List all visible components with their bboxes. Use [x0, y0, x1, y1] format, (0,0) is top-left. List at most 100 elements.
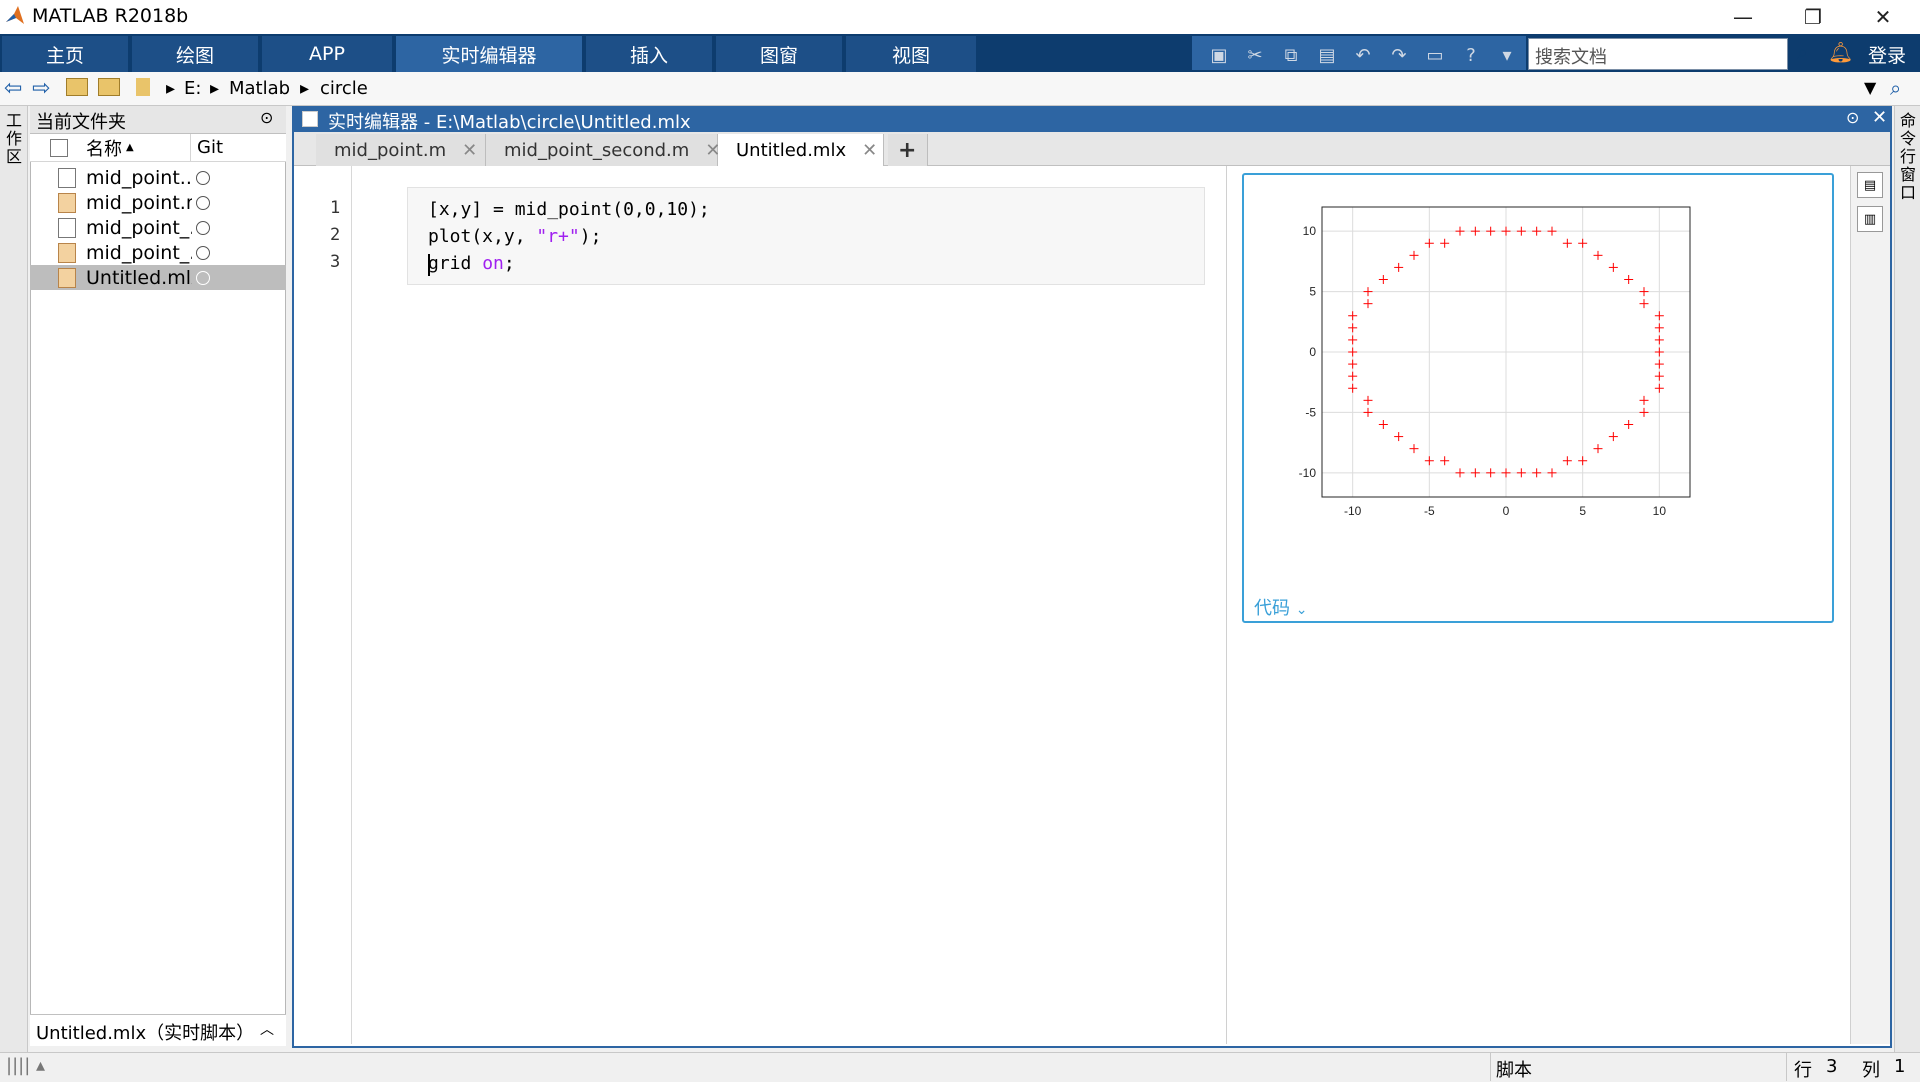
status-col-label: 列	[1862, 1060, 1880, 1081]
current-folder-title: 当前文件夹	[36, 112, 126, 133]
mlx-file-icon	[58, 192, 76, 213]
options-icon[interactable]: ▾	[1492, 42, 1522, 68]
browse-folder-icon[interactable]	[98, 78, 120, 96]
scatter-plot: -10 -5 0 5 10 10 5 0 -5 -10	[1299, 206, 1691, 518]
add-tab-button[interactable]: +	[888, 134, 928, 166]
plus-marker	[1624, 420, 1634, 429]
code-string: "r+"	[536, 226, 580, 247]
save-icon[interactable]: ▣	[1204, 42, 1234, 68]
plus-marker	[1348, 383, 1358, 393]
output-divider[interactable]	[1226, 166, 1227, 1044]
plus-marker	[1486, 226, 1496, 236]
command-window-side-tab[interactable]: 命令行窗口	[1894, 106, 1920, 1052]
tick-labels: -10 -5 0 5 10 10 5 0 -5 -10	[1299, 224, 1667, 518]
minimize-icon[interactable]: —	[1720, 0, 1766, 34]
close-tab-icon[interactable]: ✕	[862, 140, 877, 161]
login-link[interactable]: 登录	[1868, 41, 1906, 68]
workspace-side-tab[interactable]: 工作区	[0, 106, 28, 1052]
figure-output[interactable]: -10 -5 0 5 10 10 5 0 -5 -10	[1242, 173, 1834, 623]
plus-marker	[1532, 226, 1542, 236]
search-icon[interactable]: ⌕	[1797, 40, 1808, 64]
editor-title: 实时编辑器 - E:\Matlab\circle\Untitled.mlx	[328, 112, 691, 133]
chevron-right-icon: ▸	[300, 78, 310, 99]
plus-marker	[1501, 468, 1511, 478]
breadcrumb-matlab[interactable]: Matlab	[229, 78, 290, 99]
column-header-git[interactable]: Git	[190, 134, 286, 162]
plus-marker	[1501, 226, 1511, 236]
file-row[interactable]: mid_point_...	[30, 215, 286, 240]
code-token: ;	[503, 253, 515, 274]
up-folder-icon[interactable]	[66, 78, 88, 96]
editor-options-icon[interactable]: ⊙	[1846, 108, 1859, 127]
plus-marker	[1348, 371, 1358, 381]
switch-windows-icon[interactable]: ▭	[1420, 42, 1450, 68]
help-icon[interactable]: ?	[1456, 42, 1486, 68]
output-right-icon[interactable]: ▤	[1857, 172, 1883, 198]
file-name: mid_point_...	[86, 241, 192, 264]
file-details-text: Untitled.mlx（实时脚本）	[36, 1023, 255, 1044]
status-bar: |||| ▴ 脚本 行 3 列 1	[0, 1052, 1920, 1081]
plus-marker	[1348, 359, 1358, 369]
close-tab-icon[interactable]: ✕	[462, 140, 477, 161]
tab-plots[interactable]: 绘图	[132, 36, 260, 72]
close-window-icon[interactable]: ✕	[1860, 0, 1906, 34]
doc-tab-label: mid_point.m	[334, 139, 447, 161]
plus-marker	[1639, 299, 1649, 309]
m-file-icon	[58, 217, 76, 238]
tab-view[interactable]: 视图	[846, 36, 978, 72]
file-row-selected[interactable]: Untitled.mlx	[30, 265, 286, 290]
plus-marker	[1624, 275, 1634, 284]
file-details-bar[interactable]: Untitled.mlx（实时脚本） ︿	[30, 1014, 286, 1046]
editor-close-icon[interactable]: ✕	[1872, 107, 1887, 128]
address-dropdown-icon[interactable]: ▼	[1864, 78, 1876, 97]
file-type-column-icon	[50, 138, 68, 157]
plus-marker	[1378, 275, 1388, 284]
paste-icon[interactable]: ▤	[1312, 42, 1342, 68]
text-cursor	[428, 254, 430, 276]
file-row[interactable]: mid_point.m	[30, 190, 286, 215]
tab-figure[interactable]: 图窗	[716, 36, 844, 72]
restore-icon[interactable]: ❐	[1790, 0, 1836, 34]
search-docs-input[interactable]: 搜索文档	[1528, 38, 1788, 70]
sort-ascending-icon: ▲	[126, 142, 134, 153]
line-number-gutter	[294, 166, 352, 1044]
plus-marker	[1455, 226, 1465, 236]
current-folder-header: 当前文件夹 ⊙	[30, 106, 286, 134]
file-row[interactable]: mid_point....	[30, 165, 286, 190]
doc-tab-mid-point[interactable]: mid_point.m ✕	[316, 134, 486, 166]
forward-arrow-icon[interactable]: ⇨	[32, 76, 50, 101]
file-row[interactable]: mid_point_...	[30, 240, 286, 265]
plus-marker	[1348, 347, 1358, 357]
redo-icon[interactable]: ↷	[1384, 42, 1414, 68]
code-line-1[interactable]: [x,y] = mid_point(0,0,10);	[428, 199, 710, 220]
address-search-icon[interactable]: ⌕	[1890, 76, 1901, 100]
plus-marker	[1516, 468, 1526, 478]
file-name: mid_point....	[86, 166, 192, 189]
doc-tab-mid-point-second[interactable]: mid_point_second.m ✕	[486, 134, 720, 166]
copy-icon[interactable]: ⧉	[1276, 42, 1306, 68]
plus-marker	[1440, 456, 1450, 466]
doc-tab-untitled[interactable]: Untitled.mlx ✕	[718, 134, 884, 166]
output-inline-icon[interactable]: ▥	[1857, 206, 1883, 232]
plus-marker	[1578, 456, 1588, 466]
notification-bell-icon[interactable]: 🔔︎	[1828, 40, 1853, 64]
tab-home[interactable]: 主页	[2, 36, 130, 72]
back-arrow-icon[interactable]: ⇦	[4, 76, 22, 101]
cut-icon[interactable]: ✂	[1240, 42, 1270, 68]
plus-marker	[1470, 468, 1480, 478]
undo-icon[interactable]: ↶	[1348, 42, 1378, 68]
x-tick-label: 10	[1653, 504, 1667, 518]
tab-live-editor[interactable]: 实时编辑器	[396, 36, 584, 72]
x-tick-label: -5	[1424, 504, 1435, 518]
code-line-3[interactable]: grid on;	[428, 253, 515, 274]
code-line-2[interactable]: plot(x,y, "r+");	[428, 226, 601, 247]
panel-options-icon[interactable]: ⊙	[260, 108, 273, 127]
plus-marker	[1639, 407, 1649, 417]
column-header-name[interactable]: 名称 ▲	[30, 134, 190, 162]
chevron-up-icon[interactable]: ︿	[260, 1019, 274, 1039]
breadcrumb-circle[interactable]: circle	[320, 78, 368, 99]
show-code-link[interactable]: 代码 ⌄	[1254, 594, 1307, 620]
breadcrumb-drive[interactable]: E:	[184, 78, 201, 99]
tab-apps[interactable]: APP	[262, 36, 394, 72]
tab-insert[interactable]: 插入	[586, 36, 714, 72]
